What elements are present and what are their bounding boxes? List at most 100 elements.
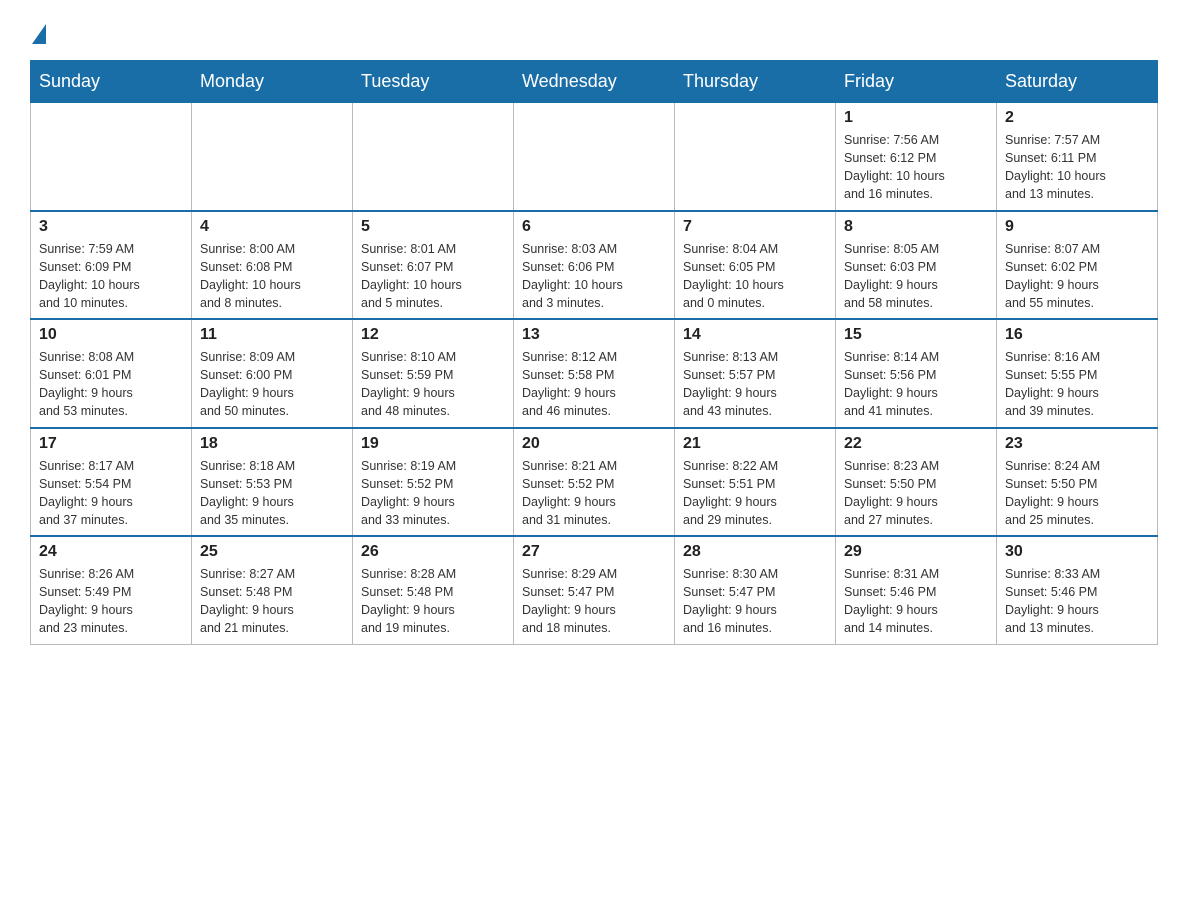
day-info: Sunrise: 7:59 AM Sunset: 6:09 PM Dayligh… xyxy=(39,240,183,313)
day-number: 2 xyxy=(1005,109,1149,127)
weekday-header-monday: Monday xyxy=(192,61,353,103)
calendar-week-1: 3 Sunrise: 7:59 AM Sunset: 6:09 PM Daylig… xyxy=(31,211,1158,320)
day-number: 13 xyxy=(522,326,666,344)
day-info: Sunrise: 8:08 AM Sunset: 6:01 PM Dayligh… xyxy=(39,348,183,421)
day-number: 5 xyxy=(361,218,505,236)
day-number: 3 xyxy=(39,218,183,236)
calendar-cell: 13 Sunrise: 8:12 AM Sunset: 5:58 PM Dayli… xyxy=(514,319,675,428)
calendar-cell: 23 Sunrise: 8:24 AM Sunset: 5:50 PM Dayli… xyxy=(997,428,1158,537)
day-number: 8 xyxy=(844,218,988,236)
day-number: 19 xyxy=(361,435,505,453)
day-number: 12 xyxy=(361,326,505,344)
day-number: 16 xyxy=(1005,326,1149,344)
day-info: Sunrise: 8:18 AM Sunset: 5:53 PM Dayligh… xyxy=(200,457,344,530)
calendar-cell: 5 Sunrise: 8:01 AM Sunset: 6:07 PM Daylig… xyxy=(353,211,514,320)
calendar-cell: 24 Sunrise: 8:26 AM Sunset: 5:49 PM Dayli… xyxy=(31,536,192,644)
weekday-header-tuesday: Tuesday xyxy=(353,61,514,103)
logo xyxy=(30,20,48,40)
calendar-cell: 29Sunrise: 8:31 AM Sunset: 5:46 PM Dayli… xyxy=(836,536,997,644)
calendar-cell: 25Sunrise: 8:27 AM Sunset: 5:48 PM Dayli… xyxy=(192,536,353,644)
day-info: Sunrise: 8:29 AM Sunset: 5:47 PM Dayligh… xyxy=(522,565,666,638)
day-info: Sunrise: 8:31 AM Sunset: 5:46 PM Dayligh… xyxy=(844,565,988,638)
weekday-header-sunday: Sunday xyxy=(31,61,192,103)
calendar-cell: 30 Sunrise: 8:33 AM Sunset: 5:46 PM Dayli… xyxy=(997,536,1158,644)
calendar-cell: 9 Sunrise: 8:07 AM Sunset: 6:02 PM Daylig… xyxy=(997,211,1158,320)
calendar-cell: 22 Sunrise: 8:23 AM Sunset: 5:50 PM Dayli… xyxy=(836,428,997,537)
day-info: Sunrise: 8:14 AM Sunset: 5:56 PM Dayligh… xyxy=(844,348,988,421)
calendar-week-4: 24 Sunrise: 8:26 AM Sunset: 5:49 PM Dayli… xyxy=(31,536,1158,644)
day-number: 26 xyxy=(361,543,505,561)
day-number: 30 xyxy=(1005,543,1149,561)
calendar-cell: 21 Sunrise: 8:22 AM Sunset: 5:51 PM Dayli… xyxy=(675,428,836,537)
day-info: Sunrise: 8:13 AM Sunset: 5:57 PM Dayligh… xyxy=(683,348,827,421)
day-info: Sunrise: 7:57 AM Sunset: 6:11 PM Dayligh… xyxy=(1005,131,1149,204)
day-info: Sunrise: 8:07 AM Sunset: 6:02 PM Dayligh… xyxy=(1005,240,1149,313)
calendar-cell: 16 Sunrise: 8:16 AM Sunset: 5:55 PM Dayli… xyxy=(997,319,1158,428)
calendar-cell: 14 Sunrise: 8:13 AM Sunset: 5:57 PM Dayli… xyxy=(675,319,836,428)
day-info: Sunrise: 8:28 AM Sunset: 5:48 PM Dayligh… xyxy=(361,565,505,638)
day-number: 17 xyxy=(39,435,183,453)
calendar-cell: 6 Sunrise: 8:03 AM Sunset: 6:06 PM Daylig… xyxy=(514,211,675,320)
day-info: Sunrise: 7:56 AM Sunset: 6:12 PM Dayligh… xyxy=(844,131,988,204)
day-info: Sunrise: 8:22 AM Sunset: 5:51 PM Dayligh… xyxy=(683,457,827,530)
day-info: Sunrise: 8:27 AM Sunset: 5:48 PM Dayligh… xyxy=(200,565,344,638)
day-info: Sunrise: 8:10 AM Sunset: 5:59 PM Dayligh… xyxy=(361,348,505,421)
day-info: Sunrise: 8:21 AM Sunset: 5:52 PM Dayligh… xyxy=(522,457,666,530)
day-number: 24 xyxy=(39,543,183,561)
calendar-cell: 20 Sunrise: 8:21 AM Sunset: 5:52 PM Dayli… xyxy=(514,428,675,537)
calendar-cell xyxy=(192,103,353,211)
day-info: Sunrise: 8:33 AM Sunset: 5:46 PM Dayligh… xyxy=(1005,565,1149,638)
day-info: Sunrise: 8:03 AM Sunset: 6:06 PM Dayligh… xyxy=(522,240,666,313)
calendar-cell xyxy=(675,103,836,211)
day-info: Sunrise: 8:19 AM Sunset: 5:52 PM Dayligh… xyxy=(361,457,505,530)
day-info: Sunrise: 8:23 AM Sunset: 5:50 PM Dayligh… xyxy=(844,457,988,530)
page-header xyxy=(30,20,1158,40)
day-number: 7 xyxy=(683,218,827,236)
calendar-cell: 2 Sunrise: 7:57 AM Sunset: 6:11 PM Daylig… xyxy=(997,103,1158,211)
calendar-cell: 8 Sunrise: 8:05 AM Sunset: 6:03 PM Daylig… xyxy=(836,211,997,320)
day-info: Sunrise: 8:12 AM Sunset: 5:58 PM Dayligh… xyxy=(522,348,666,421)
day-info: Sunrise: 8:26 AM Sunset: 5:49 PM Dayligh… xyxy=(39,565,183,638)
day-info: Sunrise: 8:30 AM Sunset: 5:47 PM Dayligh… xyxy=(683,565,827,638)
calendar-cell: 27 Sunrise: 8:29 AM Sunset: 5:47 PM Dayli… xyxy=(514,536,675,644)
day-number: 27 xyxy=(522,543,666,561)
day-number: 1 xyxy=(844,109,988,127)
calendar-cell: 26 Sunrise: 8:28 AM Sunset: 5:48 PM Dayli… xyxy=(353,536,514,644)
calendar-cell: 10 Sunrise: 8:08 AM Sunset: 6:01 PM Dayli… xyxy=(31,319,192,428)
calendar-table: SundayMondayTuesdayWednesdayThursdayFrid… xyxy=(30,60,1158,645)
day-number: 6 xyxy=(522,218,666,236)
calendar-cell: 28Sunrise: 8:30 AM Sunset: 5:47 PM Dayli… xyxy=(675,536,836,644)
day-number: 22 xyxy=(844,435,988,453)
calendar-header-row: SundayMondayTuesdayWednesdayThursdayFrid… xyxy=(31,61,1158,103)
day-number: 9 xyxy=(1005,218,1149,236)
day-number: 4 xyxy=(200,218,344,236)
calendar-week-0: 1 Sunrise: 7:56 AM Sunset: 6:12 PM Daylig… xyxy=(31,103,1158,211)
calendar-cell: 17 Sunrise: 8:17 AM Sunset: 5:54 PM Dayli… xyxy=(31,428,192,537)
calendar-cell: 3 Sunrise: 7:59 AM Sunset: 6:09 PM Daylig… xyxy=(31,211,192,320)
calendar-cell: 7Sunrise: 8:04 AM Sunset: 6:05 PM Daylig… xyxy=(675,211,836,320)
weekday-header-saturday: Saturday xyxy=(997,61,1158,103)
calendar-week-2: 10 Sunrise: 8:08 AM Sunset: 6:01 PM Dayli… xyxy=(31,319,1158,428)
day-number: 23 xyxy=(1005,435,1149,453)
day-info: Sunrise: 8:17 AM Sunset: 5:54 PM Dayligh… xyxy=(39,457,183,530)
day-number: 18 xyxy=(200,435,344,453)
day-info: Sunrise: 8:01 AM Sunset: 6:07 PM Dayligh… xyxy=(361,240,505,313)
day-number: 21 xyxy=(683,435,827,453)
day-info: Sunrise: 8:05 AM Sunset: 6:03 PM Dayligh… xyxy=(844,240,988,313)
calendar-week-3: 17 Sunrise: 8:17 AM Sunset: 5:54 PM Dayli… xyxy=(31,428,1158,537)
day-number: 14 xyxy=(683,326,827,344)
calendar-cell: 4 Sunrise: 8:00 AM Sunset: 6:08 PM Daylig… xyxy=(192,211,353,320)
day-number: 10 xyxy=(39,326,183,344)
weekday-header-thursday: Thursday xyxy=(675,61,836,103)
logo-triangle-icon xyxy=(32,24,46,44)
day-info: Sunrise: 8:00 AM Sunset: 6:08 PM Dayligh… xyxy=(200,240,344,313)
calendar-cell: 1 Sunrise: 7:56 AM Sunset: 6:12 PM Daylig… xyxy=(836,103,997,211)
day-info: Sunrise: 8:24 AM Sunset: 5:50 PM Dayligh… xyxy=(1005,457,1149,530)
calendar-cell xyxy=(514,103,675,211)
calendar-cell: 18 Sunrise: 8:18 AM Sunset: 5:53 PM Dayli… xyxy=(192,428,353,537)
day-number: 20 xyxy=(522,435,666,453)
calendar-cell xyxy=(31,103,192,211)
weekday-header-friday: Friday xyxy=(836,61,997,103)
day-info: Sunrise: 8:16 AM Sunset: 5:55 PM Dayligh… xyxy=(1005,348,1149,421)
calendar-cell: 11Sunrise: 8:09 AM Sunset: 6:00 PM Dayli… xyxy=(192,319,353,428)
